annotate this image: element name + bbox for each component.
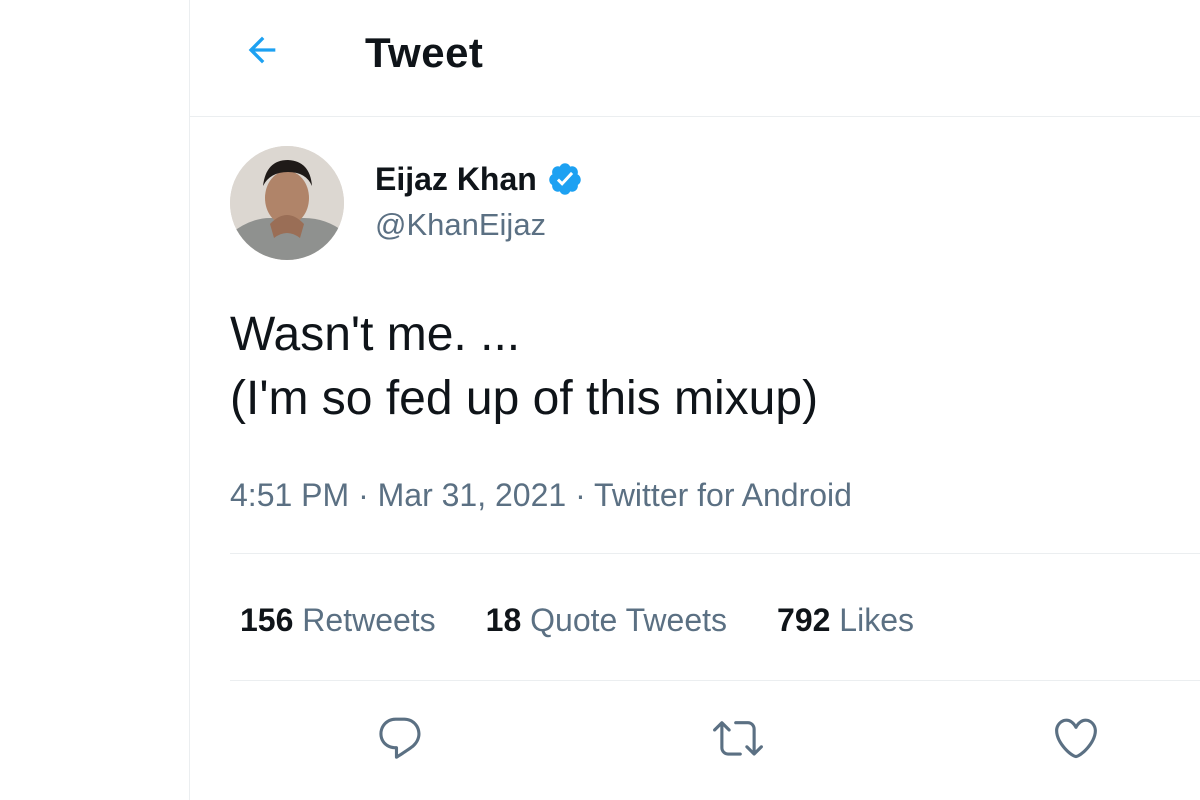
retweet-button[interactable] (710, 712, 766, 768)
retweets-label: Retweets (302, 601, 436, 638)
author-handle[interactable]: @KhanEijaz (375, 205, 546, 245)
quote-tweets-stat[interactable]: 18 Quote Tweets (486, 602, 727, 639)
like-button[interactable] (1048, 712, 1104, 768)
tweet-stats: 156 Retweets 18 Quote Tweets 792 Likes (240, 598, 964, 642)
author-name-row[interactable]: Eijaz Khan (375, 157, 583, 201)
arrow-left-icon (242, 30, 282, 75)
author-name[interactable]: Eijaz Khan (375, 161, 537, 198)
avatar-image (230, 146, 344, 260)
avatar[interactable] (230, 146, 344, 260)
reply-icon (375, 713, 425, 768)
divider (230, 553, 1200, 554)
back-button[interactable] (238, 28, 286, 76)
retweets-count: 156 (240, 601, 294, 638)
divider (230, 680, 1200, 681)
quote-tweets-label: Quote Tweets (530, 601, 728, 638)
page-title: Tweet (365, 29, 484, 76)
tweet-text-line: (I'm so fed up of this mixup) (230, 372, 819, 425)
tweet-text: Wasn't me. ... (I'm so fed up of this mi… (230, 303, 1170, 431)
retweets-stat[interactable]: 156 Retweets (240, 602, 436, 639)
tweet-date[interactable]: Mar 31, 2021 (378, 477, 567, 513)
reply-button[interactable] (372, 712, 428, 768)
tweet-detail-column: Tweet Eijaz Khan @KhanEijaz Wasn't me. .… (189, 0, 1200, 800)
page: Tweet Eijaz Khan @KhanEijaz Wasn't me. .… (0, 0, 1200, 800)
verified-badge-icon (547, 161, 583, 197)
tweet-source-link[interactable]: Twitter for Android (594, 477, 852, 513)
tweet-time[interactable]: 4:51 PM (230, 477, 349, 513)
tweet-text-line: Wasn't me. ... (230, 308, 521, 361)
retweet-icon (713, 713, 763, 768)
page-header: Tweet (190, 0, 1200, 117)
meta-separator: · (575, 477, 586, 513)
tweet-meta: 4:51 PM · Mar 31, 2021 · Twitter for And… (230, 474, 852, 516)
tweet-actions (190, 708, 1200, 772)
likes-count: 792 (777, 601, 831, 638)
likes-stat[interactable]: 792 Likes (777, 602, 914, 639)
meta-separator: · (358, 477, 369, 513)
likes-label: Likes (839, 601, 914, 638)
quote-tweets-count: 18 (485, 601, 522, 638)
heart-icon (1051, 713, 1101, 768)
